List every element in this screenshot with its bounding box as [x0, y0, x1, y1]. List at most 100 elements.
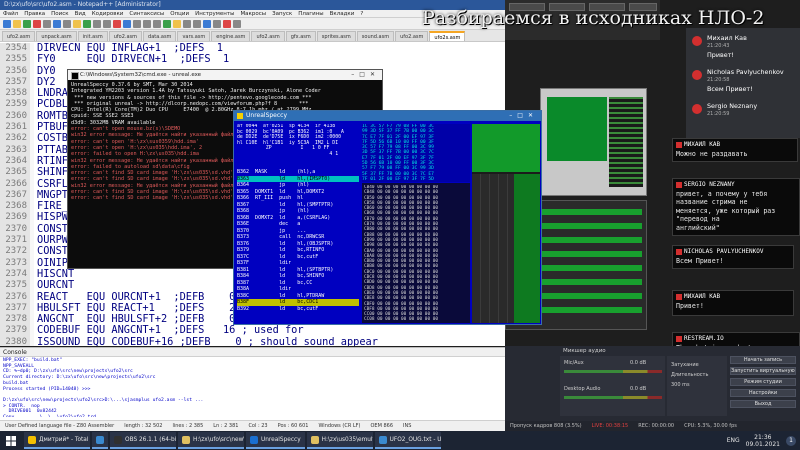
- app-icon: [182, 435, 190, 444]
- overlay-message: SERGIO NEZNANY привет, а почему у тебя на…: [672, 178, 800, 236]
- toolbar-icon[interactable]: [73, 19, 81, 28]
- editor-tab[interactable]: engine.asm: [211, 31, 251, 41]
- toolbar-icon[interactable]: [223, 19, 231, 28]
- toolbar-icon[interactable]: [233, 19, 241, 28]
- line-number: 2354: [0, 43, 30, 55]
- obs-button[interactable]: Запустить виртуальную камеру: [730, 367, 796, 375]
- toolbar-icon[interactable]: [173, 19, 181, 28]
- editor-tab[interactable]: gfx.asm: [285, 31, 316, 41]
- toolbar-icon[interactable]: [3, 19, 11, 28]
- speccy-window-controls[interactable]: –□✕: [509, 111, 538, 121]
- overlay-author-name: МИХАИЛ КАВ: [684, 293, 721, 300]
- toolbar-icon[interactable]: [163, 19, 171, 28]
- toolbar-icon[interactable]: [113, 19, 121, 28]
- menu-item[interactable]: Правка: [24, 11, 45, 17]
- volume-meter[interactable]: [564, 396, 662, 399]
- menu-item[interactable]: Запуск: [272, 11, 292, 17]
- chat-time: 21:20:58: [707, 77, 730, 83]
- toolbar-icon[interactable]: [193, 19, 201, 28]
- transition-field[interactable]: Затухание: [671, 362, 699, 368]
- menu-item[interactable]: Плагины: [298, 11, 323, 17]
- menu-item[interactable]: Вид: [75, 11, 86, 17]
- editor-tab[interactable]: init.asm: [77, 31, 108, 41]
- memory-view[interactable]: CB40 00 00 00 00 00 00 00 00 CB48 00 00 0…: [362, 183, 470, 323]
- menu-item[interactable]: Макросы: [240, 11, 266, 17]
- taskbar-apps: Дмитрий* - Total Co... OBS 26.1.1 (64-bit…: [22, 432, 441, 449]
- editor-tab[interactable]: sound.asm: [356, 31, 395, 41]
- status-item: User Defined language file - Z80 Assembl…: [5, 423, 115, 429]
- memory-dump[interactable]: 1C 3C 57 F7 79 08 FF 00 3C 99 3D 5F 37 FF…: [362, 124, 470, 182]
- editor-tab[interactable]: ufo2.asm: [251, 31, 285, 41]
- notification-icon[interactable]: 1: [786, 435, 796, 446]
- disassembly-view[interactable]: B362 MASK ld (hl),a B363 ld hl,(IMSPT0) B3…: [237, 169, 359, 323]
- obs-button[interactable]: Режим студии: [730, 378, 796, 386]
- menu-item[interactable]: Файл: [3, 11, 18, 17]
- mixer-channel-label: Mic/Aux: [564, 360, 584, 366]
- toolbar-icon[interactable]: [123, 19, 131, 28]
- app-icon: [310, 435, 319, 444]
- taskbar-app[interactable]: OBS 26.1.1 (64-bit, wi...: [110, 432, 176, 449]
- obs-button[interactable]: Начать запись: [730, 356, 796, 364]
- overlay-author: NICHOLAS PAVLYUCHENKOV: [673, 246, 793, 255]
- menu-item[interactable]: Поиск: [51, 11, 68, 17]
- window-controls[interactable]: –□✕: [351, 70, 380, 80]
- taskbar-app[interactable]: UnrealSpeccy: [246, 432, 305, 449]
- toolbar-icon[interactable]: [33, 19, 41, 28]
- line-number: 2380: [0, 336, 30, 346]
- menu-item[interactable]: Синтаксисы: [129, 11, 164, 17]
- toolbar-icon[interactable]: [43, 19, 51, 28]
- avatar: [692, 104, 702, 114]
- menu-item[interactable]: Кодировки: [92, 11, 124, 17]
- toolbar-icon[interactable]: [63, 19, 71, 28]
- overlay-author: МИХАИЛ КАВ: [673, 139, 797, 148]
- overlay-author-name: RESTREAM.IO: [684, 335, 724, 342]
- toolbar-icon[interactable]: [203, 19, 211, 28]
- toolbar-icon[interactable]: [133, 19, 141, 28]
- audio-mixer[interactable]: Mic/Aux 0.0 dB Desktop Audio 0.0 dB: [560, 356, 665, 416]
- taskbar-app[interactable]: Дмитрий* - Total Co...: [24, 432, 90, 449]
- editor-tab[interactable]: unpack.asm: [36, 31, 77, 41]
- volume-meter[interactable]: [564, 370, 662, 373]
- taskbar-app[interactable]: H:\zx\ufo\src\new\...: [178, 432, 244, 449]
- taskbar-app[interactable]: [92, 432, 108, 449]
- start-button[interactable]: [0, 431, 22, 450]
- menu-item[interactable]: Вкладки: [330, 11, 355, 17]
- toolbar-icon[interactable]: [13, 19, 21, 28]
- editor-tab[interactable]: sprites.asm: [316, 31, 356, 41]
- toolbar-icon[interactable]: [103, 19, 111, 28]
- line-number: 2369: [0, 212, 30, 224]
- toolbar-icon[interactable]: [83, 19, 91, 28]
- code-text: OURCNT: [37, 279, 75, 292]
- console-output[interactable]: NPP_EXEC: "build.bat" NPP_SAVEALL CD: %~…: [0, 357, 505, 417]
- terminal-title-text: C:\Windows\System32\cmd.exe - unreal.exe: [80, 72, 202, 78]
- editor-tab[interactable]: data.asm: [143, 31, 177, 41]
- taskbar-app[interactable]: H:\zx\us035\emulted...: [306, 432, 373, 449]
- toolbar-icon[interactable]: [153, 19, 161, 28]
- clock[interactable]: 21:36 09.01.2021: [746, 434, 780, 448]
- menu-item[interactable]: ?: [360, 11, 363, 17]
- transition-field[interactable]: Длительность: [671, 372, 708, 378]
- toolbar-icon[interactable]: [213, 19, 221, 28]
- editor-statusbar: User Defined language file - Z80 Assembl…: [0, 420, 505, 431]
- obs-button[interactable]: Выход: [730, 400, 796, 408]
- console-panel: Console NPP_EXEC: "build.bat" NPP_SAVEAL…: [0, 347, 505, 431]
- editor-tab[interactable]: ufo2.asm: [108, 31, 143, 41]
- toolbar-icon[interactable]: [23, 19, 31, 28]
- toolbar-icon[interactable]: [183, 19, 191, 28]
- unrealspeccy-debugger-window[interactable]: UnrealSpeccy –□✕ af 0044 af'0251 sp 4C34…: [233, 110, 542, 325]
- editor-tab[interactable]: ufo2.asm: [2, 31, 36, 41]
- toolbar-icon[interactable]: [143, 19, 151, 28]
- windows-taskbar: Дмитрий* - Total Co... OBS 26.1.1 (64-bit…: [0, 431, 800, 450]
- language-indicator[interactable]: ENG: [727, 437, 740, 444]
- transitions-panel[interactable]: Затухание Длительность 300 ms: [667, 356, 727, 416]
- chat-author: Nicholas Pavlyuchenkov: [707, 68, 784, 76]
- menu-item[interactable]: Инструменты: [195, 11, 234, 17]
- taskbar-app[interactable]: UFO2_OUG.txt - Unre...: [374, 432, 441, 449]
- menu-item[interactable]: Опции: [170, 11, 189, 17]
- transition-field[interactable]: 300 ms: [671, 382, 690, 388]
- disasm-row[interactable]: B392 ld bc,cutF: [237, 306, 359, 313]
- editor-tab[interactable]: vars.asm: [177, 31, 211, 41]
- toolbar-icon[interactable]: [93, 19, 101, 28]
- toolbar-icon[interactable]: [53, 19, 61, 28]
- obs-button[interactable]: Настройки: [730, 389, 796, 397]
